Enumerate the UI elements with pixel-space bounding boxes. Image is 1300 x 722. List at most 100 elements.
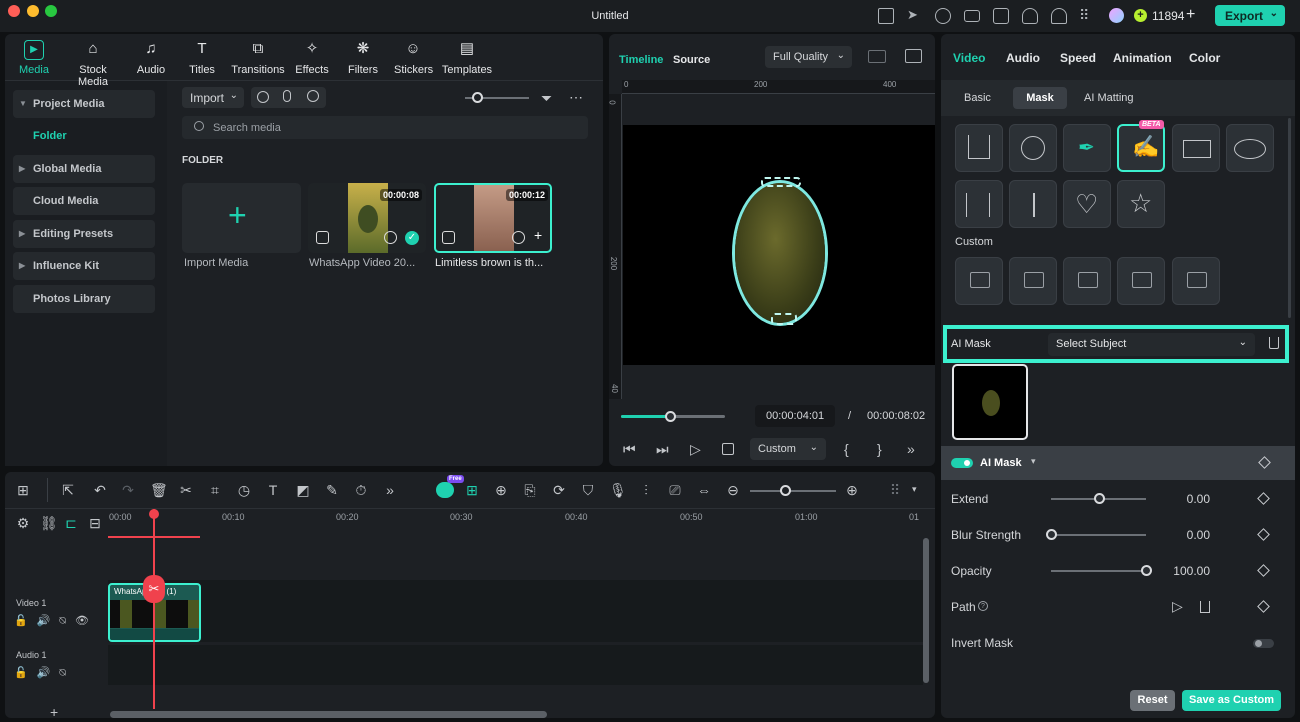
timeline-ruler[interactable]: 00:00 00:10 00:20 00:30 00:40 00:50 01:0… bbox=[108, 509, 923, 538]
mask-none-button[interactable] bbox=[1009, 124, 1057, 172]
tool-audio[interactable]: ♫ Audio bbox=[131, 40, 171, 76]
progress-knob[interactable] bbox=[664, 411, 676, 422]
ai-mask-toggle[interactable] bbox=[951, 458, 973, 468]
mask-pen-button[interactable]: ✒ bbox=[1063, 124, 1111, 172]
more-controls-icon[interactable]: » bbox=[907, 441, 915, 457]
slider-knob[interactable] bbox=[1046, 529, 1057, 540]
search-input[interactable]: Search media bbox=[182, 116, 588, 139]
mask-double-line-button[interactable] bbox=[955, 180, 1003, 228]
video-track-controls[interactable]: 🔓🔊⍉👁 bbox=[14, 614, 98, 628]
minimize-window-button[interactable] bbox=[27, 5, 39, 17]
custom-mask-slot[interactable] bbox=[955, 257, 1003, 305]
help-icon[interactable]: ? bbox=[978, 601, 988, 611]
close-window-button[interactable] bbox=[8, 5, 20, 17]
mask-star-button[interactable]: ☆ bbox=[1117, 180, 1165, 228]
track-manager-icon[interactable]: ⊟ bbox=[87, 515, 103, 531]
extend-slider[interactable] bbox=[1051, 493, 1146, 504]
sidebar-item-influence-kit[interactable]: ▶ Influence Kit bbox=[13, 252, 155, 280]
play-icon[interactable]: ▷ bbox=[690, 441, 701, 458]
playhead-handle[interactable] bbox=[149, 509, 159, 519]
audio-track-controls[interactable]: 🔓🔊⍉ bbox=[14, 666, 75, 680]
webcam-icon[interactable] bbox=[307, 90, 319, 102]
subtab-mask[interactable]: Mask bbox=[1013, 87, 1067, 109]
fit-icon[interactable]: ⇔ bbox=[696, 482, 712, 498]
magnet-icon[interactable]: ⊏ bbox=[63, 515, 79, 531]
playback-progress-bar[interactable] bbox=[621, 411, 725, 422]
select-subject-dropdown[interactable]: Select Subject ⌄ bbox=[1048, 333, 1255, 356]
import-media-tile[interactable]: + bbox=[182, 183, 301, 253]
scene-detect-icon[interactable]: ⎚ bbox=[667, 482, 683, 498]
mark-out-icon[interactable]: } bbox=[877, 441, 882, 457]
delete-icon[interactable] bbox=[1200, 601, 1210, 613]
tab-audio[interactable]: Audio bbox=[1006, 51, 1040, 65]
horizontal-scrollbar[interactable] bbox=[110, 711, 547, 718]
more-options-icon[interactable]: ⋯ bbox=[569, 89, 583, 106]
send-icon[interactable]: ➤ bbox=[907, 8, 923, 24]
layout-icon[interactable]: ⊞ bbox=[15, 482, 31, 498]
avatar[interactable] bbox=[1109, 8, 1124, 23]
record-screen-icon[interactable] bbox=[257, 91, 269, 103]
current-time[interactable]: 00:00:04:01 bbox=[755, 405, 835, 427]
mask-import-button[interactable] bbox=[955, 124, 1003, 172]
invert-mask-toggle[interactable] bbox=[1253, 639, 1274, 648]
scissors-icon[interactable]: ✂ bbox=[178, 482, 194, 498]
shield-icon[interactable]: ⛉ bbox=[580, 482, 596, 498]
chevron-down-icon[interactable]: ▾ bbox=[912, 484, 917, 495]
slider-knob[interactable] bbox=[1093, 493, 1105, 504]
mask-single-line-button[interactable] bbox=[1009, 180, 1057, 228]
mask-brush-button[interactable]: ✍ BETA bbox=[1117, 120, 1165, 172]
export-frame-icon[interactable]: ⎘ bbox=[522, 482, 538, 498]
opacity-value[interactable]: 100.00 bbox=[1140, 564, 1210, 578]
mask-preview-thumbnail[interactable] bbox=[952, 364, 1028, 440]
microphone-icon[interactable]: 🎙 bbox=[609, 482, 627, 498]
monitor-icon[interactable] bbox=[964, 10, 980, 22]
custom-mask-slot[interactable] bbox=[1117, 257, 1165, 305]
tool-media[interactable]: ▶ Media bbox=[12, 40, 56, 76]
filter-icon[interactable]: ⏷ bbox=[541, 90, 552, 107]
snapshot-icon[interactable] bbox=[905, 49, 922, 63]
keyframe-icon[interactable] bbox=[1258, 456, 1271, 469]
save-icon[interactable] bbox=[993, 8, 1009, 24]
tool-titles[interactable]: T Titles bbox=[182, 40, 222, 76]
pen-tool-icon[interactable]: ✎ bbox=[324, 482, 340, 498]
zoom-slider[interactable] bbox=[750, 485, 836, 496]
stop-icon[interactable] bbox=[722, 443, 734, 455]
thumbnail-size-slider[interactable] bbox=[465, 92, 529, 103]
subtab-basic[interactable]: Basic bbox=[964, 92, 991, 104]
video-canvas[interactable] bbox=[623, 125, 935, 365]
blur-strength-slider[interactable] bbox=[1046, 529, 1146, 540]
mask-heart-button[interactable]: ♡ bbox=[1063, 180, 1111, 228]
zoom-out-icon[interactable]: ⊖ bbox=[725, 482, 741, 498]
export-button[interactable]: Export ⌄ bbox=[1215, 5, 1285, 26]
custom-mask-slot[interactable] bbox=[1009, 257, 1057, 305]
cloud-sync-icon[interactable] bbox=[935, 8, 951, 24]
sidebar-item-photos-library[interactable]: Photos Library bbox=[13, 285, 155, 313]
playhead[interactable] bbox=[153, 509, 155, 709]
undo-icon[interactable]: ↶ bbox=[92, 482, 108, 498]
tab-source[interactable]: Source bbox=[673, 54, 710, 66]
extend-value[interactable]: 0.00 bbox=[1140, 492, 1210, 506]
timeline-settings-icon[interactable]: ⚙ bbox=[15, 515, 31, 531]
playback-speed-dropdown[interactable]: Custom ⌄ bbox=[750, 438, 826, 460]
sidebar-item-global-media[interactable]: ▶ Global Media bbox=[13, 155, 155, 183]
sidebar-item-project-media[interactable]: ▼ Project Media bbox=[13, 90, 155, 118]
headset-icon[interactable] bbox=[1051, 8, 1067, 24]
media-item-whatsapp[interactable]: 00:00:08 ✓ bbox=[308, 183, 426, 253]
add-track-icon[interactable]: ⊕ bbox=[493, 482, 509, 498]
tool-transitions[interactable]: ⧉ Transitions bbox=[229, 40, 287, 76]
play-path-icon[interactable]: ▷ bbox=[1172, 598, 1183, 615]
add-to-timeline-icon[interactable]: + bbox=[534, 227, 542, 243]
zoom-in-icon[interactable]: ⊕ bbox=[844, 482, 860, 498]
timer-icon[interactable]: ⏱ bbox=[353, 482, 369, 498]
tool-stickers[interactable]: ☺ Stickers bbox=[394, 40, 433, 76]
custom-mask-slot[interactable] bbox=[1063, 257, 1111, 305]
next-frame-icon[interactable]: ⏭ bbox=[656, 441, 669, 458]
custom-mask-slot[interactable] bbox=[1172, 257, 1220, 305]
properties-scrollbar[interactable] bbox=[1288, 118, 1291, 318]
tab-speed[interactable]: Speed bbox=[1060, 51, 1096, 65]
tool-templates[interactable]: ▤ Templates bbox=[441, 40, 493, 76]
quality-dropdown[interactable]: Full Quality ⌄ bbox=[765, 46, 852, 68]
delete-icon[interactable] bbox=[1269, 337, 1279, 349]
audio-mixer-icon[interactable]: ⫶ bbox=[638, 482, 654, 498]
tab-video[interactable]: Video bbox=[953, 51, 985, 65]
